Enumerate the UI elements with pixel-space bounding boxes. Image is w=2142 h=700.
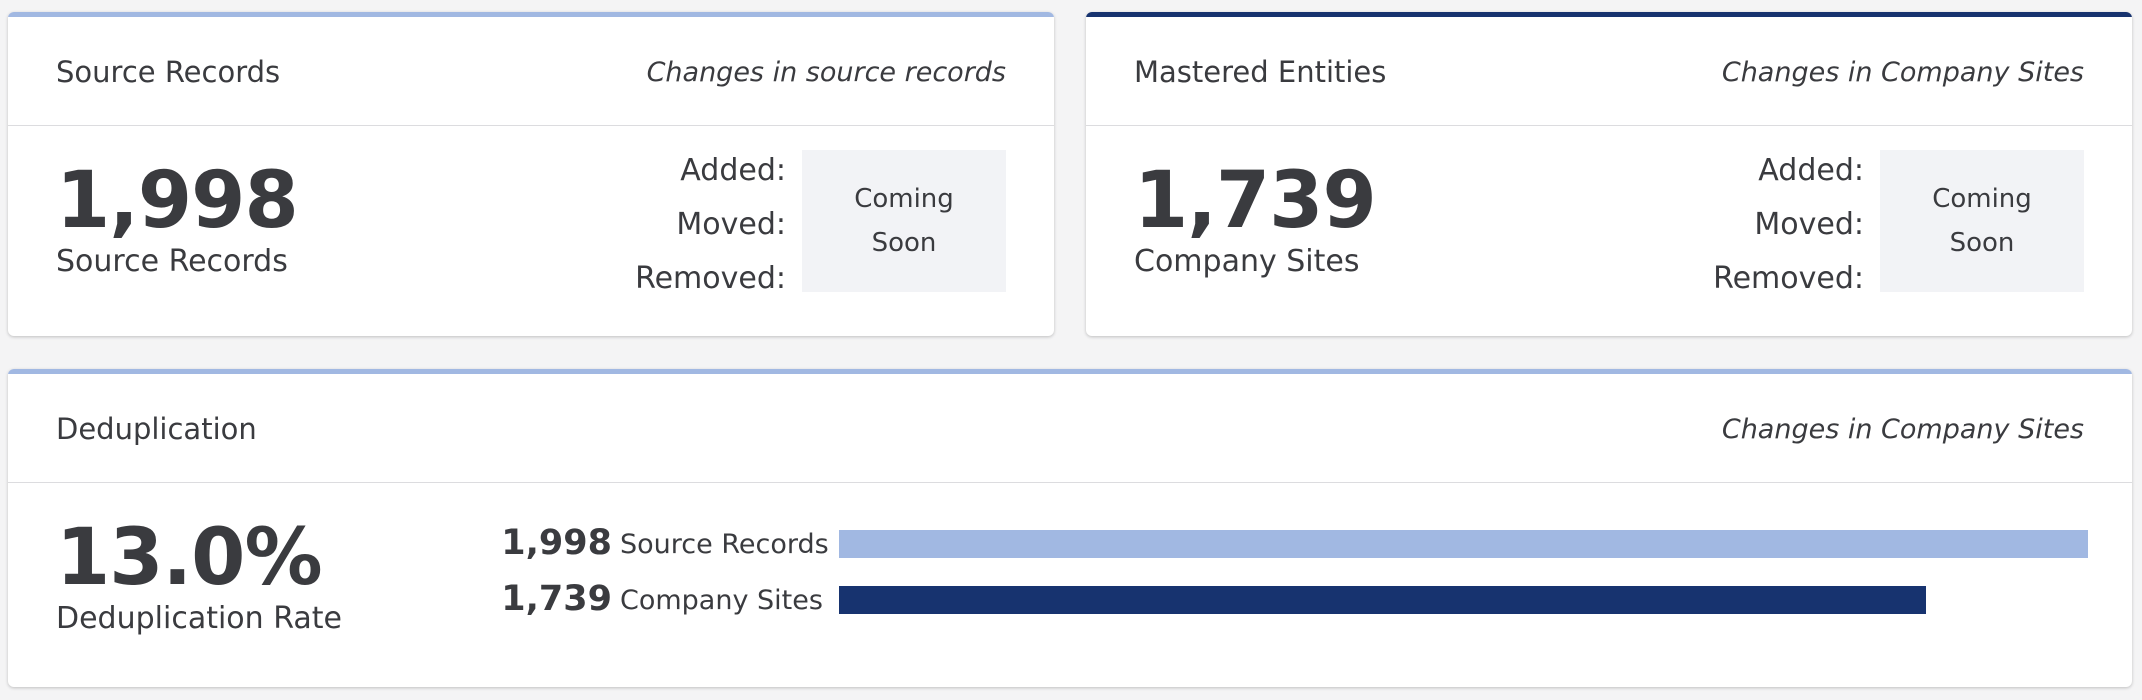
card-title: Deduplication	[56, 412, 257, 446]
moved-label: Moved:	[1754, 207, 1864, 242]
card-header: Deduplication Changes in Company Sites	[8, 374, 2132, 483]
source-records-count: 1,998	[56, 156, 299, 246]
bar-label-company-sites: Company Sites	[620, 585, 823, 616]
card-subtitle: Changes in Company Sites	[1721, 414, 2084, 445]
mastered-entities-card: Mastered Entities Changes in Company Sit…	[1086, 12, 2132, 336]
changes-labels: Added: Moved: Removed:	[1713, 144, 1864, 306]
card-header: Mastered Entities Changes in Company Sit…	[1086, 17, 2132, 126]
card-subtitle: Changes in Company Sites	[1721, 57, 2084, 88]
coming-soon-line2: Soon	[871, 228, 937, 258]
deduplication-rate-value: 13.0%	[56, 513, 323, 603]
card-header: Source Records Changes in source records	[8, 17, 1054, 126]
source-records-count-label: Source Records	[56, 244, 288, 279]
removed-label: Removed:	[635, 261, 786, 296]
bar-label-source-records: Source Records	[620, 529, 829, 560]
coming-soon-box: Coming Soon	[802, 150, 1006, 292]
added-label: Added:	[680, 153, 786, 188]
bar-count-company-sites: 1,739	[501, 579, 612, 619]
company-sites-count: 1,739	[1134, 156, 1377, 246]
bar-company-sites	[839, 586, 1926, 614]
changes-labels: Added: Moved: Removed:	[635, 144, 786, 306]
removed-label: Removed:	[1713, 261, 1864, 296]
coming-soon-line1: Coming	[854, 184, 954, 214]
deduplication-rate-label: Deduplication Rate	[56, 601, 342, 636]
company-sites-count-label: Company Sites	[1134, 244, 1360, 279]
source-records-card: Source Records Changes in source records…	[8, 12, 1054, 336]
coming-soon-line2: Soon	[1949, 228, 2015, 258]
coming-soon-box: Coming Soon	[1880, 150, 2084, 292]
card-subtitle: Changes in source records	[646, 57, 1006, 88]
deduplication-card: Deduplication Changes in Company Sites 1…	[8, 369, 2132, 687]
coming-soon-line1: Coming	[1932, 184, 2032, 214]
bar-source-records	[839, 530, 2088, 558]
moved-label: Moved:	[676, 207, 786, 242]
added-label: Added:	[1758, 153, 1864, 188]
card-title: Mastered Entities	[1134, 55, 1387, 89]
card-title: Source Records	[56, 55, 281, 89]
bar-count-source-records: 1,998	[501, 523, 612, 563]
